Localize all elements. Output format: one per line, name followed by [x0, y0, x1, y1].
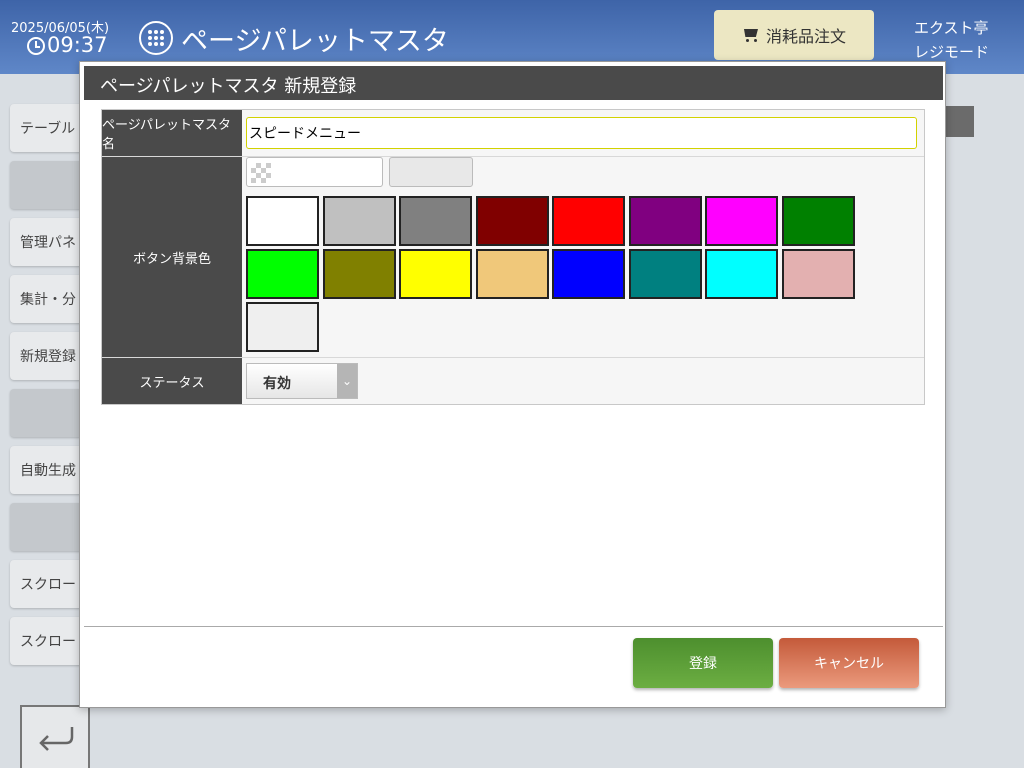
register-modal: ページパレットマスタ 新規登録 ページパレットマスタ名 ボタン背景色 ステータス [79, 61, 946, 708]
color-swatch[interactable] [246, 302, 319, 352]
color-swatch[interactable] [322, 196, 396, 246]
cart-icon [742, 27, 760, 43]
color-swatch[interactable] [475, 196, 549, 246]
clock-icon [27, 37, 45, 55]
color-swatch[interactable] [246, 249, 319, 299]
chevron-down-icon: ⌄ [337, 364, 357, 398]
color-swatch[interactable] [399, 196, 472, 246]
side-menu-item[interactable]: 集計・分 [10, 275, 90, 323]
color-swatch[interactable] [475, 249, 549, 299]
status-row: ステータス 有効 ⌄ [102, 358, 924, 404]
register-form: ページパレットマスタ名 ボタン背景色 ステータス 有効 ⌄ [101, 109, 925, 405]
return-arrow-icon [39, 727, 74, 751]
side-menu-item[interactable]: テーブル [10, 104, 90, 152]
side-menu-item[interactable]: スクロー [10, 617, 90, 665]
side-menu-item[interactable] [10, 161, 90, 209]
color-clear-button[interactable] [389, 157, 473, 187]
color-picker-field[interactable] [246, 157, 383, 187]
color-swatch[interactable] [628, 196, 702, 246]
status-label: ステータス [102, 358, 242, 404]
color-swatch[interactable] [781, 196, 855, 246]
shop-name: エクスト亭 [914, 19, 989, 37]
side-menu-item[interactable]: スクロー [10, 560, 90, 608]
side-menu-item[interactable] [10, 389, 90, 437]
color-swatch[interactable] [552, 196, 625, 246]
footer-divider [84, 626, 943, 627]
side-menu-item[interactable]: 自動生成 [10, 446, 90, 494]
name-row: ページパレットマスタ名 [102, 110, 924, 157]
color-swatch[interactable] [552, 249, 625, 299]
side-menu-item[interactable] [10, 503, 90, 551]
status-value: 有効 [263, 376, 291, 392]
consumables-order-button[interactable]: 消耗品注文 [714, 10, 874, 60]
color-swatch[interactable] [322, 249, 396, 299]
current-time: 09:37 [47, 33, 108, 57]
color-swatch[interactable] [705, 196, 778, 246]
app-menu-icon[interactable] [139, 21, 173, 55]
cancel-button[interactable]: キャンセル [779, 638, 919, 688]
back-button[interactable] [20, 705, 90, 768]
background-block [944, 106, 974, 137]
color-swatch[interactable] [628, 249, 702, 299]
name-label: ページパレットマスタ名 [102, 110, 242, 156]
color-swatch[interactable] [781, 249, 855, 299]
color-label: ボタン背景色 [102, 157, 242, 357]
register-mode: レジモード [914, 43, 990, 61]
transparent-checker-icon [251, 163, 271, 183]
side-menu-item[interactable]: 管理パネ [10, 218, 90, 266]
color-swatch[interactable] [246, 196, 319, 246]
register-button[interactable]: 登録 [633, 638, 773, 688]
name-input[interactable] [246, 117, 917, 149]
color-swatch[interactable] [705, 249, 778, 299]
consumables-order-label: 消耗品注文 [765, 27, 846, 46]
color-row: ボタン背景色 [102, 157, 924, 358]
side-menu-item[interactable]: 新規登録 [10, 332, 90, 380]
color-swatch[interactable] [399, 249, 472, 299]
status-select[interactable]: 有効 ⌄ [246, 363, 358, 399]
modal-title: ページパレットマスタ 新規登録 [84, 66, 943, 100]
app-title: ページパレットマスタ [181, 26, 449, 57]
